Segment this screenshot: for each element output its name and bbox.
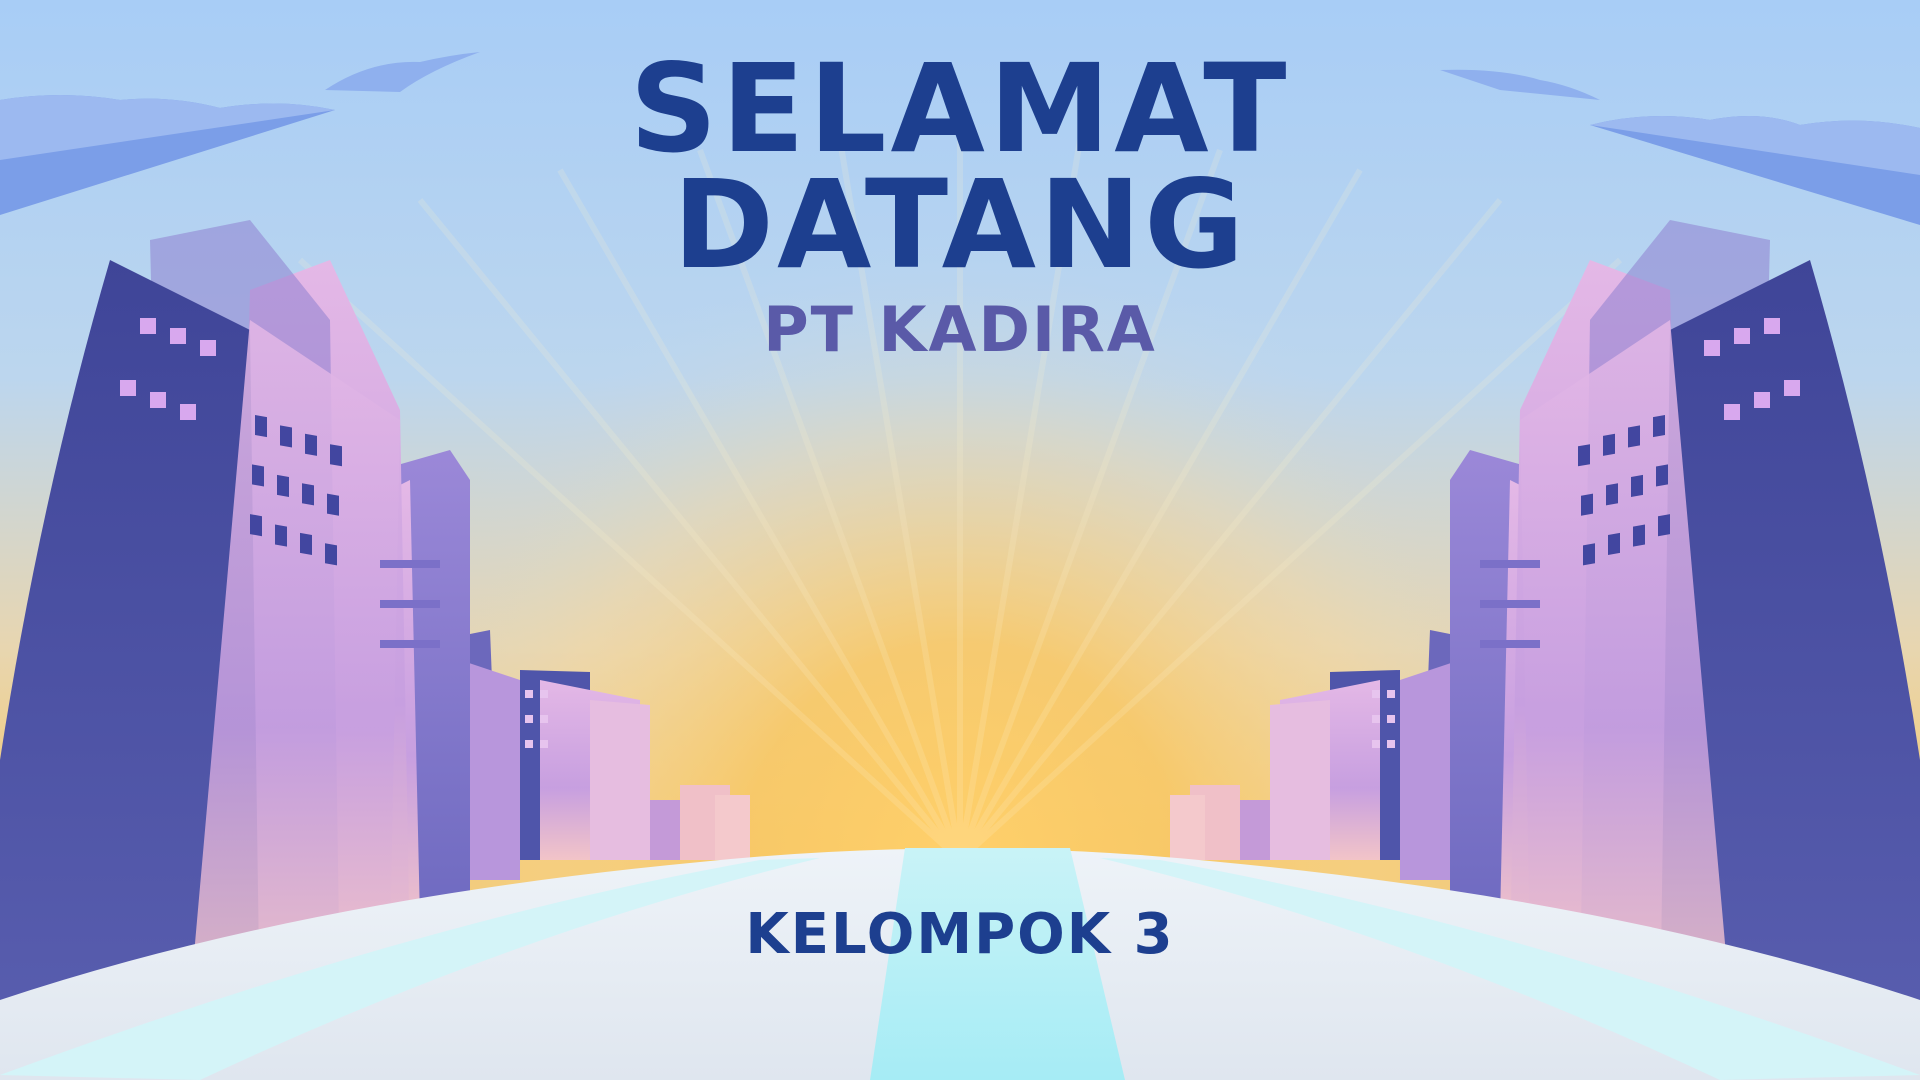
company-name: PT KADIRA xyxy=(763,293,1157,366)
title-line-2: DATANG xyxy=(672,154,1248,296)
slide: SELAMAT DATANG PT KADIRA KELOMPOK 3 xyxy=(0,0,1920,1080)
group-label: KELOMPOK 3 xyxy=(745,902,1175,967)
